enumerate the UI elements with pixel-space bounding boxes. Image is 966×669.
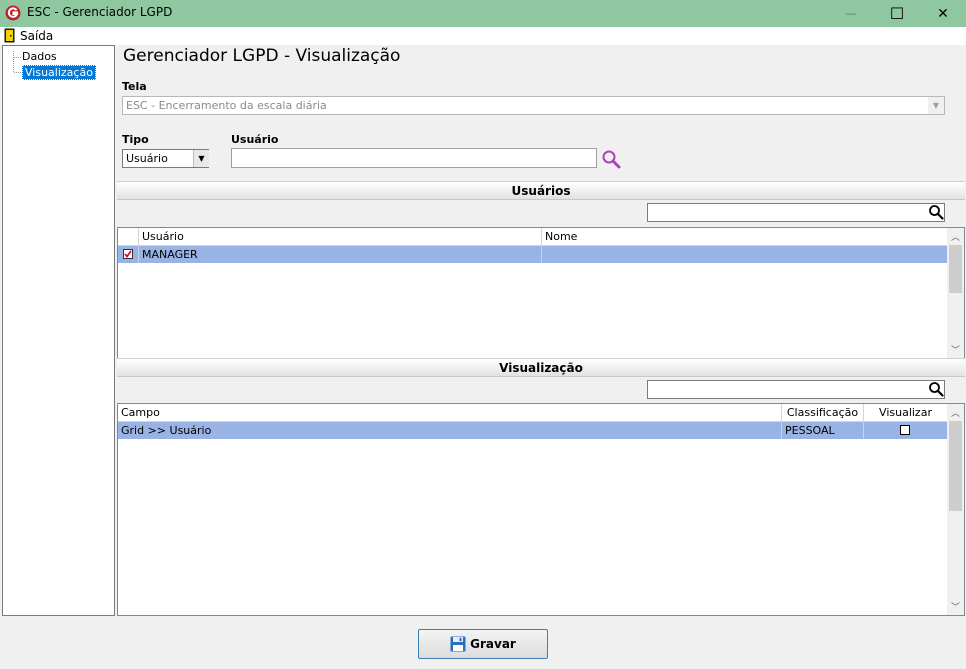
navigation-tree bbox=[2, 45, 115, 616]
users-column-usuario[interactable]: Usuário bbox=[139, 228, 542, 245]
users-filter-input[interactable] bbox=[647, 203, 945, 222]
minimize-icon: — bbox=[845, 7, 857, 20]
tela-label: Tela bbox=[122, 80, 147, 93]
maximize-icon: ☐ bbox=[889, 4, 905, 23]
scroll-down-icon[interactable]: ﹀ bbox=[947, 598, 964, 615]
users-column-nome[interactable]: Nome bbox=[542, 228, 947, 245]
usuario-input[interactable] bbox=[231, 148, 597, 168]
close-button[interactable]: ✕ bbox=[920, 0, 966, 27]
tipo-label: Tipo bbox=[122, 133, 149, 146]
view-column-classificacao[interactable]: Classificação bbox=[782, 404, 864, 421]
user-row-checkbox[interactable] bbox=[123, 249, 133, 259]
users-grid-header: Usuário Nome bbox=[118, 228, 947, 246]
minimize-button[interactable]: — bbox=[828, 0, 874, 27]
maximize-button[interactable]: ☐ bbox=[874, 0, 920, 27]
search-icon[interactable] bbox=[928, 381, 944, 397]
table-row[interactable]: Grid >> Usuário PESSOAL bbox=[118, 422, 947, 439]
page-title: Gerenciador LGPD - Visualização bbox=[123, 46, 401, 66]
scrollbar-thumb[interactable] bbox=[949, 421, 962, 511]
menu-bar bbox=[0, 27, 966, 45]
save-button-label: Gravar bbox=[470, 637, 516, 651]
floppy-disk-icon bbox=[450, 636, 466, 652]
tree-connector bbox=[14, 72, 21, 73]
chevron-down-icon[interactable]: ▼ bbox=[193, 150, 209, 167]
search-icon[interactable] bbox=[601, 149, 621, 169]
search-icon[interactable] bbox=[928, 204, 944, 220]
users-row-usuario: MANAGER bbox=[139, 246, 542, 263]
tipo-value: Usuário bbox=[126, 152, 168, 165]
visualizar-checkbox[interactable] bbox=[900, 425, 910, 435]
table-row[interactable]: MANAGER bbox=[118, 246, 947, 263]
menu-item-exit[interactable]: Saída bbox=[20, 29, 53, 43]
close-icon: ✕ bbox=[937, 5, 949, 22]
view-filter-input[interactable] bbox=[647, 380, 945, 399]
users-section-title: Usuários bbox=[511, 183, 571, 198]
save-button[interactable]: Gravar bbox=[418, 629, 548, 659]
scroll-up-icon[interactable]: ︿ bbox=[947, 228, 964, 245]
tela-combobox[interactable]: ESC - Encerramento da escala diária bbox=[122, 96, 945, 115]
view-column-visualizar[interactable]: Visualizar bbox=[864, 404, 947, 421]
checkmark-icon bbox=[124, 250, 132, 258]
view-row-visualizar-cell bbox=[864, 422, 947, 439]
tree-connector bbox=[14, 57, 21, 58]
window-title: ESC - Gerenciador LGPD bbox=[27, 5, 173, 19]
chevron-down-icon[interactable]: ▼ bbox=[928, 97, 944, 114]
tela-value: ESC - Encerramento da escala diária bbox=[126, 99, 327, 112]
exit-door-icon[interactable] bbox=[4, 28, 15, 43]
scroll-down-icon[interactable]: ﹀ bbox=[947, 341, 964, 358]
view-vertical-scrollbar[interactable]: ︿ ﹀ bbox=[947, 404, 964, 615]
tree-item-visualizacao[interactable]: Visualização bbox=[22, 65, 96, 80]
tree-item-dados[interactable]: Dados bbox=[22, 50, 57, 63]
users-row-check-cell bbox=[118, 246, 139, 263]
view-section-header: Visualização bbox=[117, 358, 965, 377]
users-row-nome bbox=[542, 246, 947, 263]
users-check-column-header[interactable] bbox=[118, 228, 139, 245]
users-section-header: Usuários bbox=[117, 181, 965, 200]
users-vertical-scrollbar[interactable]: ︿ ﹀ bbox=[947, 228, 964, 358]
view-grid[interactable]: Campo Classificação Visualizar Grid >> U… bbox=[117, 403, 965, 616]
view-section-title: Visualização bbox=[499, 360, 583, 375]
usuario-label: Usuário bbox=[231, 133, 279, 146]
view-grid-header: Campo Classificação Visualizar bbox=[118, 404, 947, 422]
app-logo-icon bbox=[5, 5, 21, 21]
view-row-campo: Grid >> Usuário bbox=[118, 422, 782, 439]
view-row-classificacao: PESSOAL bbox=[782, 422, 864, 439]
users-grid[interactable]: Usuário Nome MANAGER ︿ ﹀ bbox=[117, 227, 965, 359]
view-column-campo[interactable]: Campo bbox=[118, 404, 782, 421]
scroll-up-icon[interactable]: ︿ bbox=[947, 404, 964, 421]
tree-connector bbox=[13, 51, 14, 72]
scrollbar-thumb[interactable] bbox=[949, 245, 962, 293]
